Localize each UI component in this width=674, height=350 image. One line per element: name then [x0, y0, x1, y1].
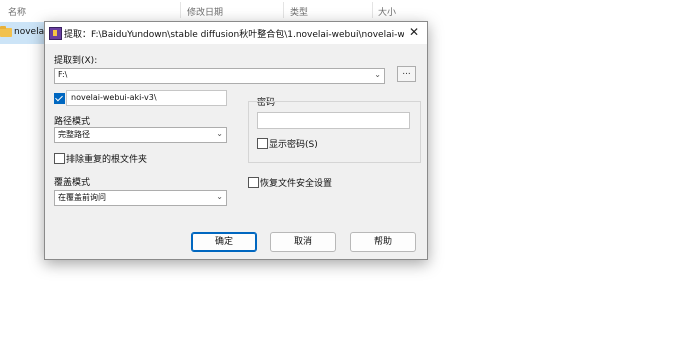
column-divider[interactable]: [372, 2, 373, 18]
archive-app-icon: [49, 27, 62, 40]
overwrite-mode-select[interactable]: 在覆盖前询问 ⌄: [54, 190, 227, 206]
subfolder-value: novelai-webui-aki-v3\: [71, 93, 157, 102]
chevron-down-icon[interactable]: ⌄: [374, 70, 381, 79]
show-password-checkbox[interactable]: [257, 138, 268, 149]
show-password-label[interactable]: 显示密码(S): [269, 137, 318, 150]
dialog-title: 提取：F:\BaiduYundown\stable diffusion秋叶整合包…: [64, 30, 404, 40]
path-mode-label: 路径模式: [54, 117, 91, 127]
browse-button[interactable]: ...: [397, 66, 416, 82]
close-icon[interactable]: ✕: [407, 25, 421, 39]
extract-dialog: 提取：F:\BaiduYundown\stable diffusion秋叶整合包…: [44, 21, 428, 260]
column-size[interactable]: 大小: [378, 5, 396, 18]
remove-duplicate-checkbox[interactable]: [54, 153, 65, 164]
explorer-column-header: 名称 修改日期 类型 大小: [0, 0, 674, 20]
cancel-button[interactable]: 取消: [270, 232, 336, 252]
help-button[interactable]: 帮助: [350, 232, 416, 252]
column-divider[interactable]: [180, 2, 181, 18]
path-mode-value: 完整路径: [58, 130, 90, 139]
subfolder-checkbox[interactable]: [54, 93, 65, 104]
dialog-titlebar[interactable]: 提取：F:\BaiduYundown\stable diffusion秋叶整合包…: [45, 22, 427, 44]
extract-to-value: F:\: [58, 70, 68, 79]
column-divider[interactable]: [283, 2, 284, 18]
subfolder-input[interactable]: novelai-webui-aki-v3\: [66, 90, 227, 106]
chevron-down-icon[interactable]: ⌄: [216, 192, 223, 201]
chevron-down-icon[interactable]: ⌄: [216, 129, 223, 138]
remove-duplicate-label[interactable]: 排除重复的根文件夹: [66, 152, 147, 165]
overwrite-mode-value: 在覆盖前询问: [58, 193, 106, 202]
ok-button[interactable]: 确定: [191, 232, 257, 252]
password-group: [248, 101, 421, 163]
path-mode-select[interactable]: 完整路径 ⌄: [54, 127, 227, 143]
column-name[interactable]: 名称: [8, 5, 26, 18]
restore-security-checkbox[interactable]: [248, 177, 259, 188]
extract-to-combo[interactable]: F:\ ⌄: [54, 68, 385, 84]
restore-security-label[interactable]: 恢复文件安全设置: [260, 176, 332, 189]
folder-icon: [0, 26, 12, 37]
extract-to-label: 提取到(X):: [54, 56, 98, 66]
password-input[interactable]: [257, 112, 410, 129]
file-name: novelai: [14, 27, 47, 37]
overwrite-mode-label: 覆盖模式: [54, 178, 91, 188]
column-modified-date[interactable]: 修改日期: [187, 5, 223, 18]
column-type[interactable]: 类型: [290, 5, 308, 18]
